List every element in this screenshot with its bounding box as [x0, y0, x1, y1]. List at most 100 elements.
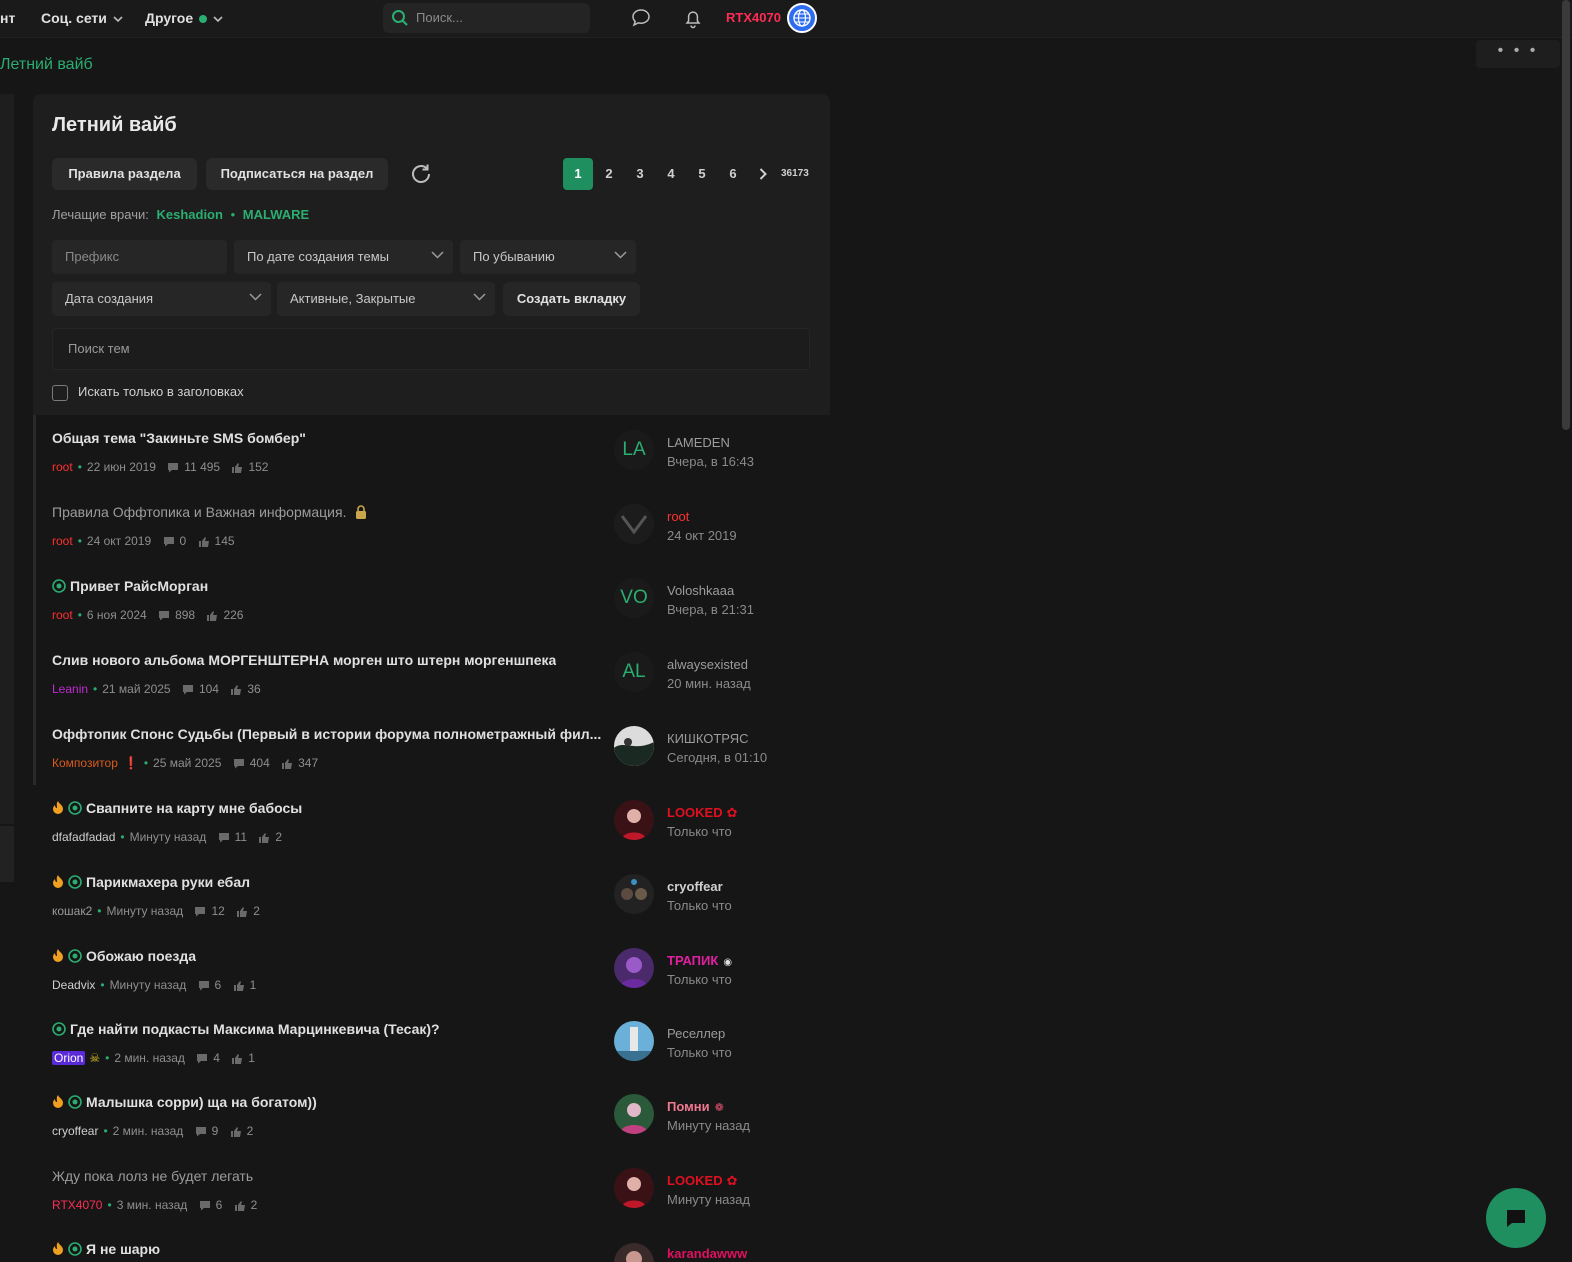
- thread-author[interactable]: root: [52, 534, 73, 548]
- thread-title[interactable]: Я не шарю: [52, 1241, 160, 1257]
- last-poster-name[interactable]: Помни ❁: [667, 1099, 724, 1114]
- thread-state-select[interactable]: Активные, Закрытые: [277, 282, 495, 316]
- thread-row[interactable]: Малышка сорри) ща на богатом)) cryoffear…: [52, 1094, 822, 1168]
- last-poster-name[interactable]: LOOKED ✿: [667, 1173, 738, 1189]
- replies-icon: [198, 981, 209, 991]
- more-options-button[interactable]: • • •: [1476, 40, 1560, 68]
- last-poster-name[interactable]: ТРАПИК ◉: [667, 953, 732, 968]
- subscribe-button[interactable]: Подписаться на раздел: [206, 158, 388, 190]
- page-link-2[interactable]: 2: [594, 158, 624, 190]
- thread-title[interactable]: Свапните на карту мне бабосы: [52, 800, 302, 816]
- thread-row[interactable]: Свапните на карту мне бабосы dfafadfadad…: [52, 800, 822, 874]
- last-poster-avatar[interactable]: AL: [614, 652, 654, 692]
- thread-author[interactable]: кошак2: [52, 904, 92, 918]
- breadcrumb[interactable]: Летний вайб: [0, 56, 93, 74]
- last-poster-name[interactable]: КИШКОТРЯС: [667, 731, 748, 746]
- thread-title[interactable]: Жду пока лолз не будет легать: [52, 1168, 253, 1184]
- date-filter-select[interactable]: Дата создания: [52, 282, 271, 316]
- last-poster-avatar[interactable]: [614, 1168, 654, 1208]
- page-scrollbar[interactable]: [1562, 0, 1570, 430]
- last-poster-name[interactable]: Voloshkaaa: [667, 583, 734, 598]
- last-poster-avatar[interactable]: LA: [614, 430, 654, 470]
- nav-item-other[interactable]: Другое: [145, 10, 223, 26]
- thread-row[interactable]: Оффтопик Спонс Судьбы (Первый в истории …: [52, 726, 822, 800]
- replies-icon: [195, 1127, 206, 1137]
- create-tab-button[interactable]: Создать вкладку: [503, 282, 640, 316]
- user-avatar[interactable]: [787, 3, 817, 33]
- thread-title[interactable]: Где найти подкасты Максима Марцинкевича …: [52, 1021, 440, 1037]
- thread-row[interactable]: Я не шарю karandawww: [52, 1241, 822, 1262]
- moderator-link[interactable]: Keshadion: [156, 207, 222, 222]
- thread-author[interactable]: Orion: [52, 1051, 86, 1065]
- fire-icon: [53, 949, 63, 962]
- page-link-5[interactable]: 5: [687, 158, 717, 190]
- thread-row[interactable]: Общая тема "Закиньте SMS бомбер" root • 22…: [52, 430, 822, 504]
- thread-row[interactable]: Обожаю поезда Deadvix • Минуту назад 6 1 Т…: [52, 948, 822, 1022]
- last-poster-avatar[interactable]: [614, 800, 654, 840]
- thread-row[interactable]: Жду пока лолз не будет легать RTX4070 • 3 …: [52, 1168, 822, 1242]
- bell-icon[interactable]: [682, 7, 704, 29]
- page-link-last[interactable]: 36173: [781, 158, 809, 190]
- chat-icon: [1507, 1210, 1525, 1227]
- thread-title[interactable]: Правила Оффтопика и Важная информация.: [52, 504, 367, 520]
- thread-author[interactable]: dfafadfadad: [52, 830, 115, 844]
- last-poster-name[interactable]: karandawww: [667, 1246, 747, 1261]
- thread-author[interactable]: RTX4070: [52, 1198, 102, 1212]
- title-only-checkbox-row[interactable]: Искать только в заголовках: [52, 384, 244, 401]
- prefix-select[interactable]: Префикс: [52, 240, 227, 274]
- forum-rules-button[interactable]: Правила раздела: [52, 158, 197, 190]
- sort-order-select[interactable]: По убыванию: [460, 240, 636, 274]
- thread-title[interactable]: Слив нового альбома МОРГЕНШТЕРНА морген …: [52, 652, 556, 668]
- last-poster-name[interactable]: LAMEDEN: [667, 435, 730, 450]
- page-link-6[interactable]: 6: [718, 158, 748, 190]
- thread-author[interactable]: Leanin: [52, 682, 88, 696]
- thread-author[interactable]: root: [52, 460, 73, 474]
- global-search-input[interactable]: Поиск...: [383, 3, 590, 33]
- thread-row[interactable]: Парикмахера руки ебал кошак2 • Минуту наза…: [52, 874, 822, 948]
- thread-author[interactable]: Композитор: [52, 756, 118, 770]
- thread-title[interactable]: Оффтопик Спонс Судьбы (Первый в истории …: [52, 726, 601, 742]
- nav-item-social[interactable]: Соц. сети: [41, 10, 123, 26]
- last-poster-avatar[interactable]: [614, 726, 654, 766]
- messages-icon[interactable]: [630, 7, 652, 29]
- target-prefix-icon: [52, 579, 66, 593]
- thread-title[interactable]: Обожаю поезда: [52, 948, 196, 964]
- moderator-link[interactable]: MALWARE: [243, 207, 309, 222]
- thread-search-input[interactable]: Поиск тем: [52, 328, 810, 370]
- last-poster-avatar[interactable]: [614, 1094, 654, 1134]
- thread-author[interactable]: cryoffear: [52, 1124, 98, 1138]
- nav-item-truncated[interactable]: нт: [0, 10, 15, 26]
- thread-row[interactable]: Привет РайсМорган root • 6 ноя 2024 898 22…: [52, 578, 822, 652]
- last-poster-avatar[interactable]: [614, 1021, 654, 1061]
- last-poster-name[interactable]: Реселлер: [667, 1026, 725, 1041]
- last-poster-avatar[interactable]: VO: [614, 578, 654, 618]
- last-poster-avatar[interactable]: [614, 874, 654, 914]
- last-poster-name[interactable]: LOOKED ✿: [667, 805, 738, 821]
- page-link-3[interactable]: 3: [625, 158, 655, 190]
- current-user-link[interactable]: RTX4070: [726, 10, 781, 25]
- page-link-1[interactable]: 1: [563, 158, 593, 190]
- forum-header-panel: Летний вайб Правила раздела Подписаться …: [33, 94, 830, 415]
- thread-author[interactable]: Deadvix: [52, 978, 95, 992]
- page-link-4[interactable]: 4: [656, 158, 686, 190]
- thread-title[interactable]: Общая тема "Закиньте SMS бомбер": [52, 430, 306, 446]
- chat-button[interactable]: [1486, 1188, 1546, 1248]
- thread-row[interactable]: Где найти подкасты Максима Марцинкевича …: [52, 1021, 822, 1095]
- sort-field-select[interactable]: По дате создания темы: [234, 240, 453, 274]
- thread-title[interactable]: Малышка сорри) ща на богатом)): [52, 1094, 317, 1110]
- thread-title[interactable]: Привет РайсМорган: [52, 578, 208, 594]
- last-poster-avatar[interactable]: [614, 948, 654, 988]
- thread-row[interactable]: Правила Оффтопика и Важная информация. r…: [52, 504, 822, 578]
- thread-meta: Orion ☠ • 2 мин. назад 4 1: [52, 1051, 255, 1065]
- refresh-icon[interactable]: [409, 162, 433, 186]
- last-poster-name[interactable]: alwaysexisted: [667, 657, 748, 672]
- thread-row[interactable]: Слив нового альбома МОРГЕНШТЕРНА морген …: [52, 652, 822, 726]
- last-poster-avatar[interactable]: [614, 504, 654, 544]
- last-poster-avatar[interactable]: [614, 1243, 654, 1262]
- last-poster-name[interactable]: root: [667, 509, 689, 524]
- thread-author[interactable]: root: [52, 608, 73, 622]
- title-only-checkbox[interactable]: [52, 384, 68, 401]
- last-poster-name[interactable]: cryoffear: [667, 879, 723, 894]
- chevron-right-icon[interactable]: [759, 168, 767, 180]
- thread-title[interactable]: Парикмахера руки ебал: [52, 874, 250, 890]
